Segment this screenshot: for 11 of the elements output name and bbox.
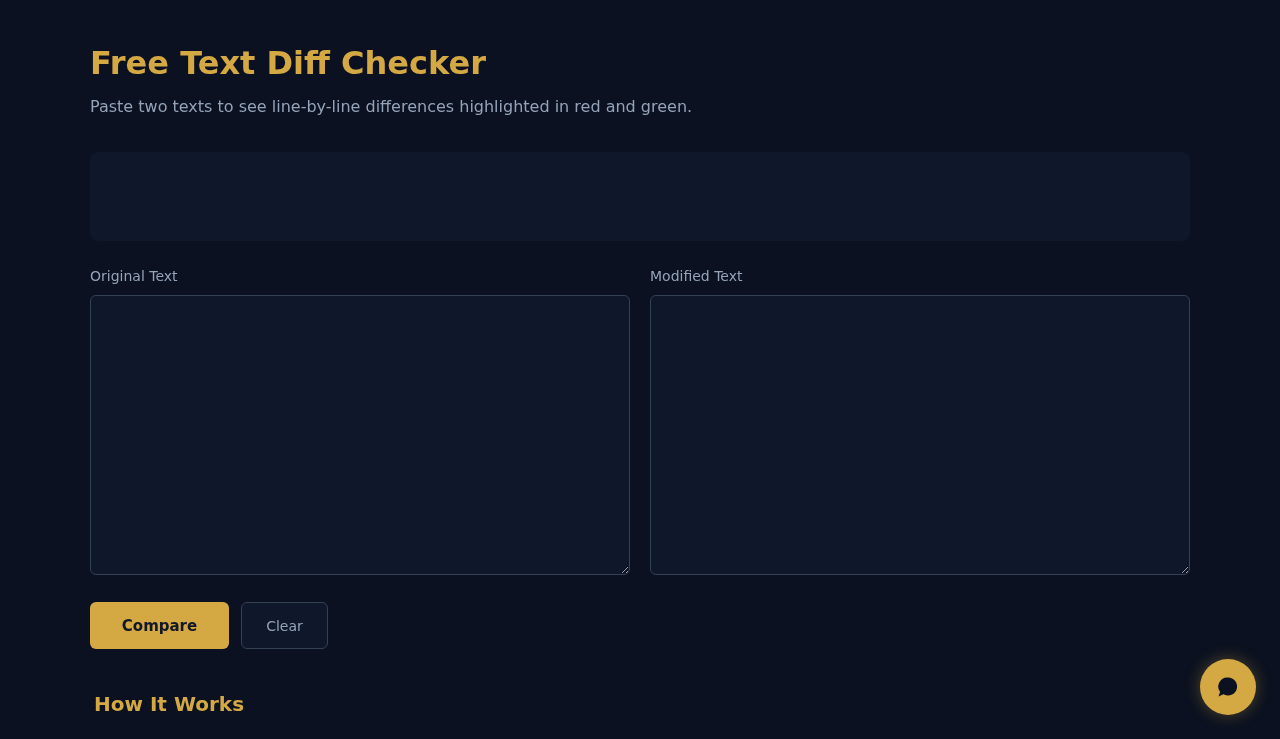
page-subtitle: Paste two texts to see line-by-line differences highlighted in red and green. — [90, 96, 694, 118]
field-label: Original Text — [90, 267, 178, 286]
text-input[interactable] — [650, 295, 1190, 575]
clear-button[interactable]: Clear — [241, 602, 328, 649]
chat-bubble-icon — [1217, 676, 1239, 698]
section-heading: How It Works — [94, 691, 246, 718]
chat-button[interactable] — [1200, 659, 1256, 715]
text-input[interactable] — [90, 295, 630, 575]
compare-button[interactable]: Compare — [90, 602, 229, 649]
field-label: Modified Text — [650, 267, 743, 286]
page-title: Free Text Diff Checker — [90, 44, 487, 82]
